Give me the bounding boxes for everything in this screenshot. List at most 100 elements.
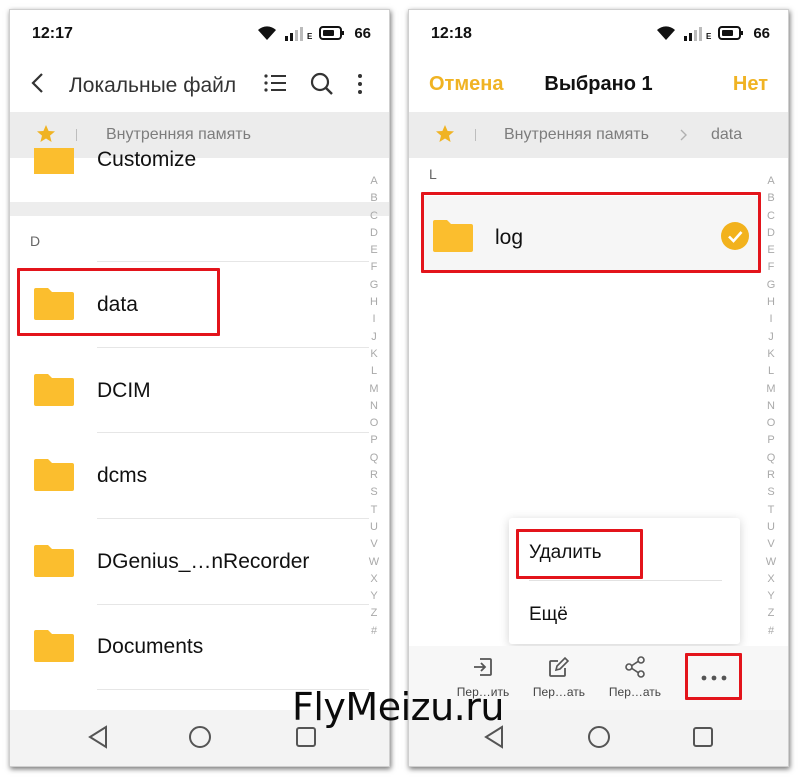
alphabet-index-letter[interactable]: I xyxy=(366,311,382,328)
alphabet-index-letter[interactable]: H xyxy=(366,294,382,311)
alphabet-index-letter[interactable]: Q xyxy=(366,450,382,467)
alphabet-index-letter[interactable]: V xyxy=(366,536,382,553)
alphabet-index-letter[interactable]: J xyxy=(366,329,382,346)
star-icon[interactable] xyxy=(435,124,455,144)
alphabet-index-letter[interactable]: I xyxy=(763,311,779,328)
deselect-all-button[interactable]: Нет xyxy=(733,73,768,96)
highlight-frame xyxy=(17,268,220,336)
alphabet-index-letter[interactable]: E xyxy=(763,242,779,259)
alphabet-index-letter[interactable]: R xyxy=(763,467,779,484)
alphabet-index-letter[interactable]: E xyxy=(366,242,382,259)
share-button[interactable]: Пер…ать xyxy=(605,656,665,699)
alphabet-index-letter[interactable]: G xyxy=(366,277,382,294)
alphabet-index-letter[interactable]: C xyxy=(763,208,779,225)
highlight-frame xyxy=(685,653,742,700)
alphabet-index-letter[interactable]: Q xyxy=(763,450,779,467)
rename-button[interactable]: Пер…ать xyxy=(529,656,589,699)
divider xyxy=(97,604,369,605)
alphabet-index-letter[interactable]: J xyxy=(763,329,779,346)
alphabet-index-letter[interactable]: Z xyxy=(366,605,382,622)
network-type-label: E xyxy=(306,31,313,41)
alphabet-index-letter[interactable]: A xyxy=(763,173,779,190)
alphabet-index-letter[interactable]: B xyxy=(366,190,382,207)
alphabet-index-letter[interactable]: U xyxy=(366,519,382,536)
alphabet-index-letter[interactable]: N xyxy=(366,398,382,415)
alphabet-index-letter[interactable]: A xyxy=(366,173,382,190)
alphabet-index-letter[interactable]: F xyxy=(763,259,779,276)
alphabet-index-letter[interactable]: X xyxy=(366,571,382,588)
alphabet-index-letter[interactable]: Y xyxy=(763,588,779,605)
action-label: Пер…ать xyxy=(608,685,662,699)
alphabet-index-letter[interactable]: O xyxy=(763,415,779,432)
alphabet-index-letter[interactable]: G xyxy=(763,277,779,294)
alphabet-index-letter[interactable]: R xyxy=(366,467,382,484)
breadcrumb-root[interactable]: Внутренняя память xyxy=(106,126,251,144)
alphabet-index-letter[interactable]: D xyxy=(763,225,779,242)
status-time: 12:18 xyxy=(431,25,472,42)
alphabet-index-letter[interactable]: W xyxy=(366,554,382,571)
nav-recents-icon[interactable] xyxy=(692,725,714,749)
list-view-icon[interactable] xyxy=(263,72,287,94)
alphabet-index-letter[interactable]: K xyxy=(763,346,779,363)
alphabet-index-letter[interactable]: T xyxy=(366,502,382,519)
alphabet-index-letter[interactable]: M xyxy=(763,381,779,398)
alphabet-index-letter[interactable]: K xyxy=(366,346,382,363)
selection-header: Отмена Выбрано 1 Нет xyxy=(409,56,788,112)
divider xyxy=(97,261,369,262)
nav-back-icon[interactable] xyxy=(87,725,109,749)
folder-name: DCIM xyxy=(97,379,151,402)
alphabet-index[interactable]: A B C D E F G H I J K L M N O P Q R S T U V W X Y Z # xyxy=(763,173,779,640)
alphabet-index-letter[interactable]: O xyxy=(366,415,382,432)
alphabet-index-letter[interactable]: B xyxy=(763,190,779,207)
alphabet-index-letter[interactable]: # xyxy=(366,623,382,640)
star-icon[interactable] xyxy=(36,124,56,144)
alphabet-index-letter[interactable]: H xyxy=(763,294,779,311)
alphabet-index-letter[interactable]: S xyxy=(366,484,382,501)
battery-level: 66 xyxy=(354,24,371,42)
right-phone-screen: 12:18 E 66 Отмена Выбрано 1 Нет Внутренн… xyxy=(408,9,789,767)
alphabet-index-letter[interactable]: M xyxy=(366,381,382,398)
network-type-label: E xyxy=(705,31,712,41)
section-letter-l: L xyxy=(429,166,437,182)
alphabet-index-letter[interactable]: L xyxy=(366,363,382,380)
alphabet-index-letter[interactable]: D xyxy=(366,225,382,242)
back-arrow-icon[interactable] xyxy=(30,72,44,94)
battery-icon xyxy=(718,26,744,40)
alphabet-index-letter[interactable]: T xyxy=(763,502,779,519)
alphabet-index[interactable]: A B C D E F G H I J K L M N O P Q R S T U V W X Y Z # xyxy=(366,173,382,640)
nav-home-icon[interactable] xyxy=(188,725,212,749)
alphabet-index-letter[interactable]: V xyxy=(763,536,779,553)
alphabet-index-letter[interactable]: W xyxy=(763,554,779,571)
alphabet-index-letter[interactable]: S xyxy=(763,484,779,501)
divider xyxy=(97,347,369,348)
alphabet-index-letter[interactable]: # xyxy=(763,623,779,640)
divider xyxy=(97,518,369,519)
breadcrumb-current[interactable]: data xyxy=(711,126,742,144)
alphabet-index-letter[interactable]: X xyxy=(763,571,779,588)
status-icons: E 66 xyxy=(656,23,770,43)
left-phone-screen: 12:17 E 66 Локальные файл Внутренняя пам… xyxy=(9,9,390,767)
alphabet-index-letter[interactable]: P xyxy=(763,432,779,449)
breadcrumb-separator xyxy=(475,129,476,141)
alphabet-index-letter[interactable]: L xyxy=(763,363,779,380)
alphabet-index-letter[interactable]: P xyxy=(366,432,382,449)
alphabet-index-letter[interactable]: Y xyxy=(366,588,382,605)
breadcrumb-root[interactable]: Внутренняя память xyxy=(504,126,649,144)
nav-home-icon[interactable] xyxy=(587,725,611,749)
wifi-icon xyxy=(656,26,675,40)
move-icon xyxy=(474,658,492,676)
section-letter-d: D xyxy=(30,233,41,249)
alphabet-index-letter[interactable]: N xyxy=(763,398,779,415)
signal-icon xyxy=(683,27,702,41)
alphabet-index-letter[interactable]: C xyxy=(366,208,382,225)
alphabet-index-letter[interactable]: U xyxy=(763,519,779,536)
alphabet-index-letter[interactable]: Z xyxy=(763,605,779,622)
folder-name-customize[interactable]: Customize xyxy=(97,148,196,172)
search-icon[interactable] xyxy=(310,72,334,96)
menu-item-more[interactable]: Ещё xyxy=(529,604,568,626)
more-vertical-icon[interactable] xyxy=(357,72,363,96)
alphabet-index-letter[interactable]: F xyxy=(366,259,382,276)
folder-name: dcms xyxy=(97,464,148,487)
folder-icon xyxy=(34,545,74,577)
status-time: 12:17 xyxy=(32,25,73,42)
